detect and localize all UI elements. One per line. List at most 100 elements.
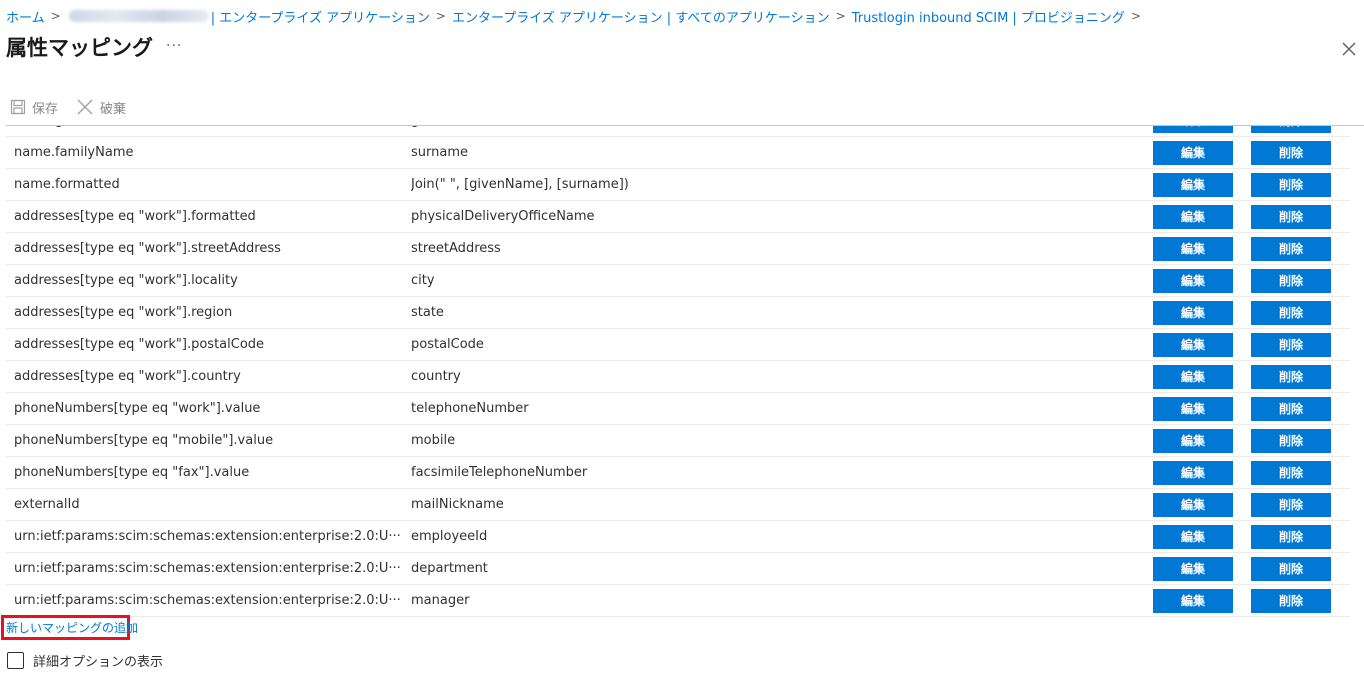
source-attribute: givenName: [411, 126, 1111, 137]
source-attribute: streetAddress: [411, 241, 501, 256]
delete-button[interactable]: 削除: [1251, 237, 1331, 261]
edit-button[interactable]: 編集: [1153, 269, 1233, 293]
table-row: phoneNumbers[type eq "work"].value teleph…: [6, 393, 1350, 425]
target-attribute: externalId: [14, 497, 80, 512]
edit-button[interactable]: 編集: [1153, 557, 1233, 581]
add-new-mapping-link[interactable]: 新しいマッピングの追加: [6, 619, 138, 636]
breadcrumb-separator: >: [1130, 9, 1141, 23]
source-attribute: postalCode: [411, 337, 484, 352]
edit-button[interactable]: 編集: [1153, 397, 1233, 421]
discard-label: 破棄: [100, 101, 127, 117]
close-button[interactable]: [1340, 40, 1358, 58]
target-attribute: name.formatted: [14, 177, 120, 192]
breadcrumb-separator: >: [50, 9, 61, 23]
edit-button[interactable]: 編集: [1153, 173, 1233, 197]
delete-button[interactable]: 削除: [1251, 493, 1331, 517]
delete-button[interactable]: 削除: [1251, 301, 1331, 325]
edit-button[interactable]: 編集: [1153, 525, 1233, 549]
delete-button[interactable]: 削除: [1251, 525, 1331, 549]
source-attribute: Join(" ", [givenName], [surname]): [411, 177, 629, 192]
edit-button[interactable]: 編集: [1153, 333, 1233, 357]
target-attribute: phoneNumbers[type eq "mobile"].value: [14, 433, 274, 448]
delete-button[interactable]: 削除: [1251, 365, 1331, 389]
page-title: 属性マッピング: [6, 36, 153, 60]
save-icon: [10, 99, 26, 115]
source-attribute: mobile: [411, 433, 456, 448]
table-row: addresses[type eq "work"].region state 編集削…: [6, 297, 1350, 329]
breadcrumb-separator: >: [835, 9, 846, 23]
discard-icon: [77, 99, 93, 115]
target-attribute: name.familyName: [14, 145, 134, 160]
table-row: phoneNumbers[type eq "mobile"].value mobi…: [6, 425, 1350, 457]
target-attribute: addresses[type eq "work"].streetAddress: [14, 241, 281, 256]
delete-button[interactable]: 削除: [1251, 461, 1331, 485]
edit-button[interactable]: 編集: [1153, 301, 1233, 325]
save-button[interactable]: 保存: [10, 98, 58, 117]
source-attribute: mailNickname: [411, 497, 504, 512]
delete-button[interactable]: 削除: [1251, 557, 1331, 581]
edit-button[interactable]: 編集: [1153, 141, 1233, 165]
target-attribute: addresses[type eq "work"].locality: [14, 273, 238, 288]
table-row: addresses[type eq "work"].country country…: [6, 361, 1350, 393]
advanced-options-checkbox[interactable]: [7, 652, 24, 669]
edit-button[interactable]: 編集: [1153, 589, 1233, 613]
table-row: name.formatted Join(" ", [givenName], [su…: [6, 169, 1350, 201]
target-attribute: addresses[type eq "work"].formatted: [14, 209, 256, 224]
delete-button[interactable]: 削除: [1251, 397, 1331, 421]
mapping-table[interactable]: name.givenNamegivenName編集削除name.familyNa…: [6, 126, 1350, 617]
more-options-button[interactable]: ···: [166, 38, 182, 54]
delete-button[interactable]: 削除: [1251, 126, 1331, 133]
table-row: addresses[type eq "work"].locality city 編集…: [6, 265, 1350, 297]
target-attribute: phoneNumbers[type eq "work"].value: [14, 401, 261, 416]
source-attribute: department: [411, 561, 488, 576]
source-attribute: country: [411, 369, 461, 384]
delete-button[interactable]: 削除: [1251, 333, 1331, 357]
delete-button[interactable]: 削除: [1251, 173, 1331, 197]
target-attribute: phoneNumbers[type eq "fax"].value: [14, 465, 250, 480]
table-row: urn:ietf:params:scim:schemas:extension:e…: [6, 553, 1350, 585]
delete-button[interactable]: 削除: [1251, 141, 1331, 165]
table-row: addresses[type eq "work"].formatted physi…: [6, 201, 1350, 233]
table-row: name.familyName surname 編集 削除: [6, 137, 1350, 169]
table-row: externalId mailNickname 編集 削除: [6, 489, 1350, 521]
source-attribute: employeeId: [411, 529, 488, 544]
table-row: name.givenName givenName 編集 削除: [6, 126, 1350, 137]
source-attribute: manager: [411, 593, 470, 608]
target-attribute: urn:ietf:params:scim:schemas:extension:e…: [14, 529, 401, 544]
edit-button[interactable]: 編集: [1153, 205, 1233, 229]
delete-button[interactable]: 削除: [1251, 205, 1331, 229]
delete-button[interactable]: 削除: [1251, 429, 1331, 453]
target-attribute: name.givenName: [14, 126, 404, 137]
table-row: urn:ietf:params:scim:schemas:extension:e…: [6, 521, 1350, 553]
edit-button[interactable]: 編集: [1153, 365, 1233, 389]
delete-button[interactable]: 削除: [1251, 589, 1331, 613]
breadcrumb-enterprise-apps[interactable]: | エンタープライズ アプリケーション: [211, 7, 430, 26]
close-icon: [1342, 42, 1356, 56]
source-attribute: telephoneNumber: [411, 401, 529, 416]
edit-button[interactable]: 編集: [1153, 429, 1233, 453]
target-attribute: urn:ietf:params:scim:schemas:extension:e…: [14, 593, 401, 608]
breadcrumb-provisioning[interactable]: Trustlogin inbound SCIM | プロビジョニング: [852, 7, 1125, 26]
delete-button[interactable]: 削除: [1251, 269, 1331, 293]
edit-button[interactable]: 編集: [1153, 126, 1233, 133]
edit-button[interactable]: 編集: [1153, 237, 1233, 261]
command-bar: 保存 破棄: [10, 96, 126, 118]
save-label: 保存: [32, 101, 59, 117]
target-attribute: addresses[type eq "work"].postalCode: [14, 337, 265, 352]
advanced-options: 詳細オプションの表示: [7, 651, 163, 670]
breadcrumb-all-applications[interactable]: エンタープライズ アプリケーション | すべてのアプリケーション: [452, 7, 830, 26]
discard-button[interactable]: 破棄: [76, 98, 126, 117]
target-attribute: urn:ietf:params:scim:schemas:extension:e…: [14, 561, 401, 576]
source-attribute: facsimileTelephoneNumber: [411, 465, 588, 480]
table-row: addresses[type eq "work"].postalCode post…: [6, 329, 1350, 361]
edit-button[interactable]: 編集: [1153, 461, 1233, 485]
breadcrumb-tenant-redacted: [68, 10, 209, 22]
source-attribute: surname: [411, 145, 468, 160]
edit-button[interactable]: 編集: [1153, 493, 1233, 517]
target-attribute: addresses[type eq "work"].region: [14, 305, 233, 320]
mapping-table-body: name.givenNamegivenName編集削除name.familyNa…: [6, 126, 1350, 617]
breadcrumb-home[interactable]: ホーム: [6, 7, 45, 26]
advanced-options-label: 詳細オプションの表示: [33, 655, 164, 670]
breadcrumb: ホーム > | エンタープライズ アプリケーション > エンタープライズ アプリ…: [6, 6, 1147, 26]
breadcrumb-separator: >: [435, 9, 446, 23]
